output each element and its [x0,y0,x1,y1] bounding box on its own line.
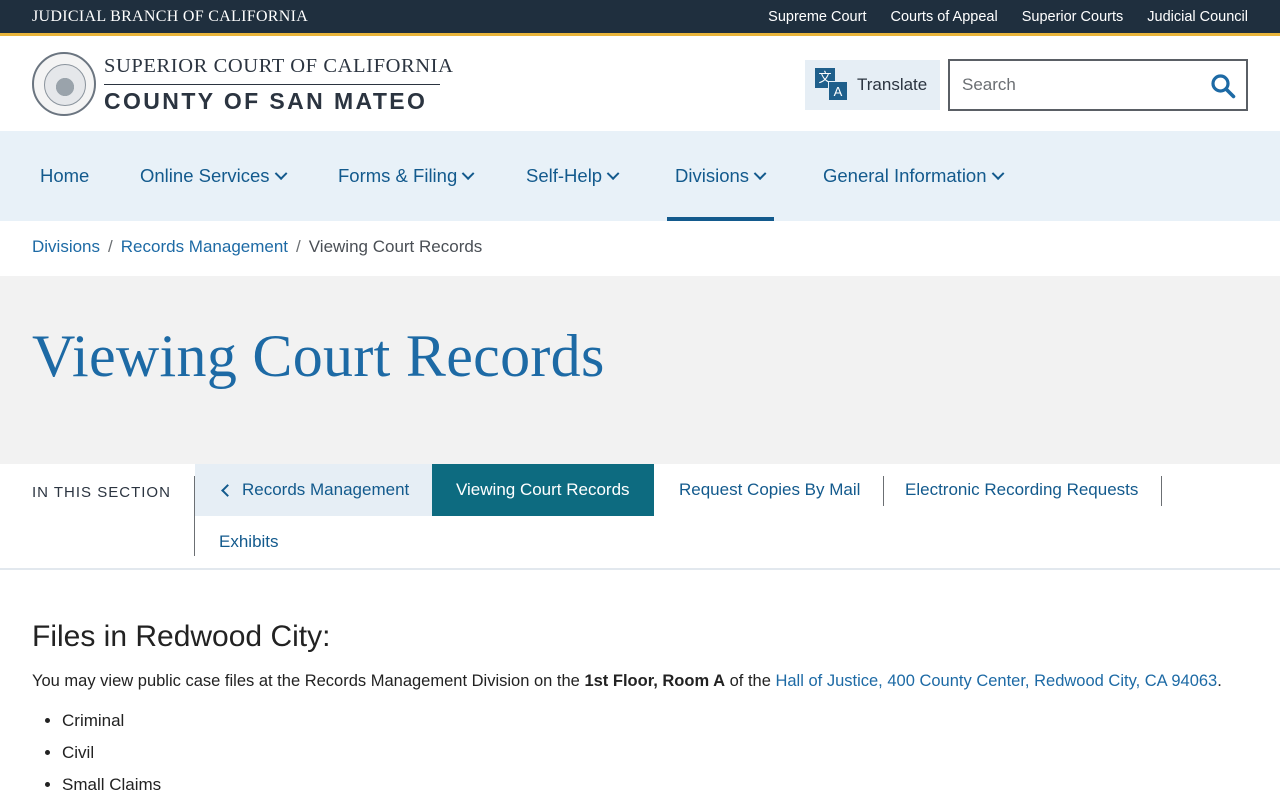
list-item: Civil [62,743,1248,763]
section-tab-request-copies-by-mail[interactable]: Request Copies By Mail [655,464,885,516]
main-content: Files in Redwood City: You may view publ… [32,620,1248,800]
page-title: Viewing Court Records [32,323,605,389]
paragraph-text: . [1217,672,1222,690]
nav-item-label: Home [40,165,90,186]
nav-item-label: Forms & Filing [338,165,458,186]
section-back-label: Records Management [242,480,410,499]
search-icon[interactable] [1210,73,1236,99]
in-this-section-heading: IN THIS SECTION [32,484,171,501]
section-tab-viewing-court-records[interactable]: Viewing Court Records [432,464,654,516]
court-name-line2[interactable]: COUNTY OF SAN MATEO [104,88,427,115]
chevron-down-icon [461,166,475,180]
breadcrumb-separator: / [108,237,113,256]
section-tab-label: Viewing Court Records [456,480,630,499]
tab-separator [1161,476,1163,506]
chevron-down-icon [606,166,620,180]
section-tab-label: Electronic Recording Requests [905,480,1139,499]
nav-item-home[interactable]: Home [40,131,89,221]
paragraph-text: of the [725,672,776,690]
logo-divider [104,84,440,85]
paragraph-bold-location: 1st Floor, Room A [584,672,726,690]
search-input[interactable]: Search [948,59,1248,111]
list-item: Criminal [62,711,1248,731]
chevron-down-icon [753,166,767,180]
paragraph-text: You may view public case files at the Re… [32,672,585,690]
utility-link-superior-courts[interactable]: Superior Courts [1022,9,1124,25]
section-tab-label: Request Copies By Mail [679,480,861,499]
section-tab-exhibits[interactable]: Exhibits [195,516,303,568]
nav-item-divisions[interactable]: Divisions [666,131,775,221]
utility-bar: JUDICIAL BRANCH OF CALIFORNIA Supreme Co… [0,0,1280,36]
chevron-down-icon [991,166,1004,180]
nav-item-label: Divisions [675,165,750,186]
page-hero: Viewing Court Records [0,276,1280,464]
court-seal-logo[interactable] [32,52,96,116]
chevron-left-icon [221,483,234,497]
breadcrumb-current: Viewing Court Records [308,237,483,256]
nav-item-label: Self-Help [526,165,603,186]
translate-icon: 文 A [815,68,849,102]
utility-link-courts-of-appeal[interactable]: Courts of Appeal [890,9,997,25]
nav-item-self-help[interactable]: Self-Help [526,131,620,221]
section-tab-electronic-recording-requests[interactable]: Electronic Recording Requests [881,464,1163,516]
in-this-section-nav: IN THIS SECTION Records Management Viewi… [0,464,1280,570]
utility-link-supreme-court[interactable]: Supreme Court [768,9,866,25]
nav-item-label: General Information [823,165,987,186]
list-item: Small Claims [62,775,1248,795]
judicial-branch-label: JUDICIAL BRANCH OF CALIFORNIA [32,8,309,25]
section-back-records-management[interactable]: Records Management [195,464,434,516]
utility-link-judicial-council[interactable]: Judicial Council [1147,9,1248,25]
section-tab-label: Exhibits [219,532,279,551]
search-placeholder: Search [962,75,1016,94]
chevron-down-icon [274,166,288,180]
utility-links: Supreme Court Courts of Appeal Superior … [768,9,1248,25]
nav-item-general-information[interactable]: General Information [823,131,1004,221]
translate-button[interactable]: 文 A Translate [805,60,940,110]
court-name-line1[interactable]: SUPERIOR COURT OF CALIFORNIA [104,55,454,78]
nav-item-label: Online Services [140,165,270,186]
breadcrumb-divisions[interactable]: Divisions [32,237,100,257]
translate-label: Translate [857,75,928,94]
breadcrumb-separator: / [296,237,301,256]
content-heading: Files in Redwood City: [32,620,331,653]
hall-of-justice-link[interactable]: Hall of Justice, 400 County Center, Redw… [775,672,1217,690]
breadcrumb: Divisions / Records Management / Viewing… [32,237,482,257]
site-header: SUPERIOR COURT OF CALIFORNIA COUNTY OF S… [0,39,1280,131]
content-paragraph: You may view public case files at the Re… [32,672,1248,691]
nav-item-forms-filing[interactable]: Forms & Filing [338,131,475,221]
case-type-list: Criminal Civil Small Claims [32,711,1248,795]
breadcrumb-records-management[interactable]: Records Management [121,237,288,257]
nav-item-online-services[interactable]: Online Services [140,131,288,221]
main-nav: Home Online Services Forms & Filing Self… [0,131,1280,221]
